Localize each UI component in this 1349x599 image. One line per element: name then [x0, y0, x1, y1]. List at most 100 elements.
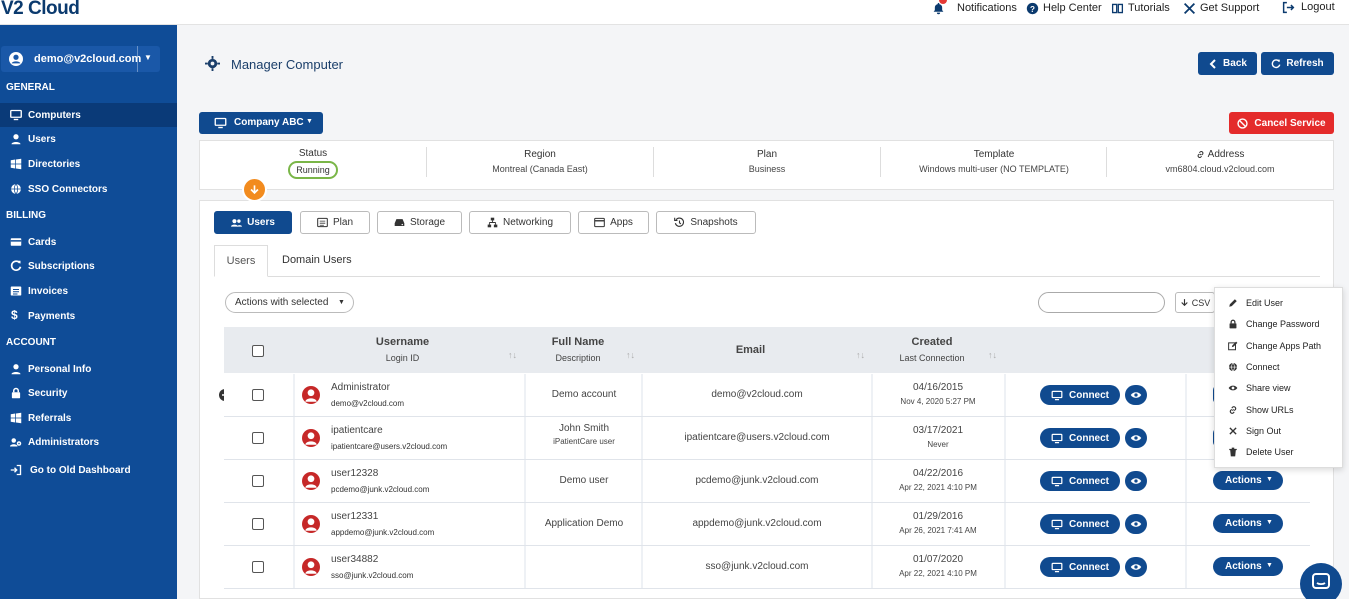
full-name-header[interactable]: Full Name Description: [520, 336, 636, 363]
monitor-icon: [1051, 390, 1063, 400]
sidebar-item-users[interactable]: Users: [0, 127, 177, 151]
divider: [1004, 503, 1006, 545]
scroll-down-button[interactable]: [242, 177, 267, 202]
sidebar-item-administrators[interactable]: Administrators: [0, 430, 177, 454]
chat-icon: [1312, 573, 1330, 589]
search-input[interactable]: [1038, 292, 1165, 313]
divider: [1004, 374, 1006, 416]
email-header[interactable]: Email: [644, 344, 857, 356]
tab-storage[interactable]: Storage: [377, 211, 462, 234]
actions-with-selected-dropdown[interactable]: Actions with selected ▼: [225, 292, 354, 313]
cancel-service-button[interactable]: Cancel Service: [1229, 112, 1334, 134]
menu-item-edit-user[interactable]: Edit User: [1215, 293, 1344, 314]
menu-item-label: Change Password: [1246, 319, 1320, 329]
refresh-icon: [10, 260, 22, 271]
menu-item-label: Connect: [1246, 362, 1280, 372]
app-logo[interactable]: V2 Cloud: [1, 0, 80, 20]
get-support-link[interactable]: Get Support: [1183, 1, 1259, 15]
select-all-checkbox[interactable]: [252, 345, 264, 357]
row-checkbox[interactable]: [252, 389, 264, 401]
divider: [1004, 460, 1006, 502]
actions-button[interactable]: Actions ▼: [1213, 514, 1283, 533]
back-label: Back: [1223, 58, 1247, 69]
username: user12331: [331, 511, 379, 522]
refresh-button[interactable]: Refresh: [1261, 52, 1334, 75]
username-header[interactable]: Username Login ID: [344, 336, 461, 363]
logout-link[interactable]: Logout: [1282, 0, 1335, 14]
sidebar-item-sso-connectors[interactable]: SSO Connectors: [0, 177, 177, 201]
view-button[interactable]: [1125, 385, 1147, 405]
section-account: ACCOUNT: [6, 337, 56, 348]
tab-networking[interactable]: Networking: [469, 211, 571, 234]
sidebar-item-subscriptions[interactable]: Subscriptions: [0, 254, 177, 278]
login-id-header-label: Login ID: [385, 353, 420, 363]
sort-icon[interactable]: ↑↓: [508, 350, 517, 360]
back-button[interactable]: Back: [1198, 52, 1257, 75]
tab-snapshots[interactable]: Snapshots: [656, 211, 756, 234]
sidebar-item-invoices[interactable]: Invoices: [0, 279, 177, 303]
actions-button[interactable]: Actions ▼: [1213, 471, 1283, 490]
tab-plan[interactable]: Plan: [300, 211, 370, 234]
created-cell: 04/16/2015 Nov 4, 2020 5:27 PM: [874, 382, 1002, 406]
subtab-domain-users[interactable]: Domain Users: [282, 254, 352, 266]
sort-icon[interactable]: ↑↓: [988, 350, 997, 360]
sidebar-item-payments[interactable]: $ Payments: [0, 304, 177, 328]
address-value: vm6804.cloud.v2cloud.com: [1165, 164, 1275, 174]
sidebar-item-security[interactable]: Security: [0, 381, 177, 405]
view-button[interactable]: [1125, 514, 1147, 534]
divider: [293, 417, 295, 459]
sidebar-item-referrals[interactable]: Referrals: [0, 406, 177, 430]
tutorials-link[interactable]: Tutorials: [1111, 1, 1170, 15]
menu-item-sign-out[interactable]: Sign Out: [1215, 421, 1344, 442]
windows-icon: [10, 158, 22, 170]
chat-launcher-button[interactable]: [1300, 563, 1342, 599]
tab-users[interactable]: Users: [214, 211, 292, 234]
sidebar-item-cards[interactable]: Cards: [0, 230, 177, 254]
tab-label: Plan: [332, 217, 353, 228]
sidebar-item-old-dashboard[interactable]: Go to Old Dashboard: [0, 458, 177, 482]
created-cell: 01/29/2016 Apr 26, 2021 7:41 AM: [874, 511, 1002, 535]
created-header[interactable]: Created Last Connection: [874, 336, 990, 363]
row-checkbox[interactable]: [252, 561, 264, 573]
actions-button[interactable]: Actions ▼: [1213, 557, 1283, 576]
full-name: John Smith iPatientCare user: [527, 423, 641, 446]
connect-button[interactable]: Connect: [1040, 557, 1120, 577]
menu-item-share-view[interactable]: Share view: [1215, 378, 1344, 399]
help-center-link[interactable]: ? Help Center: [1026, 1, 1102, 15]
view-button[interactable]: [1125, 557, 1147, 577]
sidebar-item-personal-info[interactable]: Personal Info: [0, 357, 177, 381]
csv-export-button[interactable]: CSV: [1175, 292, 1215, 313]
sort-icon[interactable]: ↑↓: [626, 350, 635, 360]
connect-button[interactable]: Connect: [1040, 428, 1120, 448]
sidebar-item-directories[interactable]: Directories: [0, 152, 177, 176]
row-checkbox[interactable]: [252, 475, 264, 487]
row-checkbox[interactable]: [252, 432, 264, 444]
last-connection: Apr 22, 2021 4:10 PM: [899, 483, 977, 492]
menu-item-show-urls[interactable]: Show URLs: [1215, 400, 1344, 421]
menu-item-delete-user[interactable]: Delete User: [1215, 442, 1344, 463]
connect-button[interactable]: Connect: [1040, 471, 1120, 491]
sidebar-item-computers[interactable]: Computers: [0, 103, 177, 127]
divider: [871, 374, 873, 416]
connect-button[interactable]: Connect: [1040, 514, 1120, 534]
list-alt-icon: [317, 217, 328, 228]
connect-button[interactable]: Connect: [1040, 385, 1120, 405]
actions-with-selected-label: Actions with selected: [235, 297, 329, 308]
network-icon: [487, 217, 498, 228]
subtab-users[interactable]: Users: [214, 245, 268, 277]
sort-icon[interactable]: ↑↓: [856, 350, 865, 360]
menu-item-connect[interactable]: Connect: [1215, 357, 1344, 378]
connect-label: Connect: [1069, 432, 1109, 444]
username: ipatientcare: [331, 425, 383, 436]
menu-item-label: Change Apps Path: [1246, 341, 1322, 351]
company-dropdown[interactable]: Company ABC ▼: [199, 112, 323, 134]
view-button[interactable]: [1125, 471, 1147, 491]
row-checkbox[interactable]: [252, 518, 264, 530]
tab-apps[interactable]: Apps: [578, 211, 649, 234]
sidebar-item-label: Security: [28, 388, 68, 399]
menu-item-change-password[interactable]: Change Password: [1215, 314, 1344, 335]
view-button[interactable]: [1125, 428, 1147, 448]
account-dropdown[interactable]: demo@v2cloud.com ▼: [1, 46, 160, 72]
menu-item-change-apps-path[interactable]: Change Apps Path: [1215, 336, 1344, 357]
notifications-link[interactable]: Notifications: [932, 0, 1017, 15]
